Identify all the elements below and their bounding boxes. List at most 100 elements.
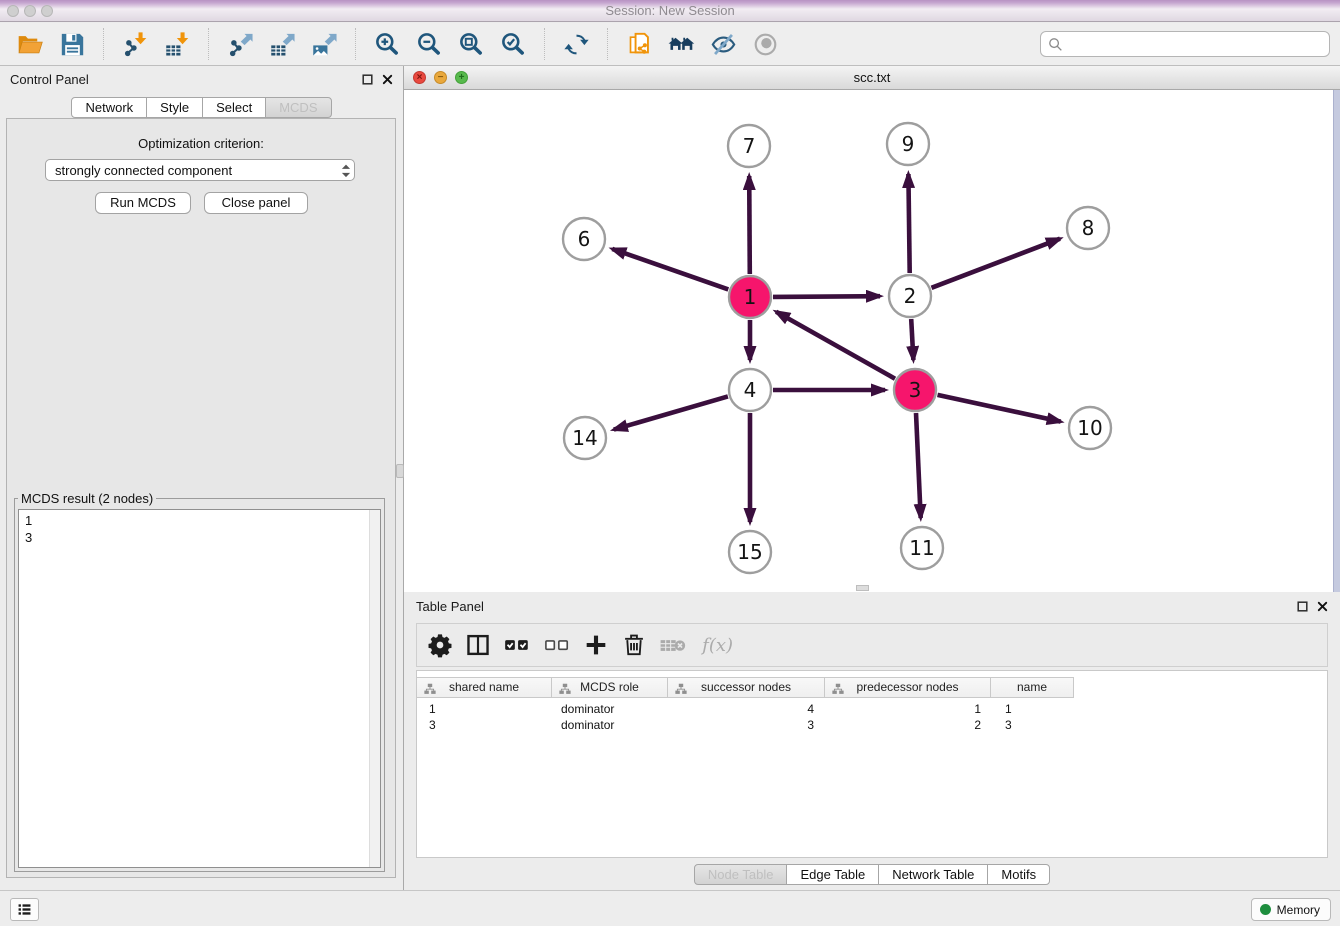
table-cell[interactable]: 4: [670, 701, 828, 717]
first-neighbors-icon[interactable]: [667, 30, 695, 58]
mcds-result-box[interactable]: 13: [18, 509, 381, 868]
zoom-selected-icon[interactable]: [499, 30, 527, 58]
table-cell[interactable]: 3: [417, 717, 553, 733]
graph-node-10[interactable]: 10: [1069, 407, 1111, 449]
tab-network[interactable]: Network: [71, 97, 147, 118]
graph-edge-2-3[interactable]: [911, 319, 913, 360]
graph-node-label: 6: [578, 227, 591, 251]
graph-node-6[interactable]: 6: [563, 218, 605, 260]
graph-node-3[interactable]: 3: [894, 369, 936, 411]
graph-node-11[interactable]: 11: [901, 527, 943, 569]
panel-splitter-grip[interactable]: [396, 464, 404, 478]
select-all-rows-icon[interactable]: [503, 632, 531, 658]
column-header-shared-name[interactable]: shared name: [416, 677, 552, 698]
table-row[interactable]: 3dominator323: [417, 717, 1327, 733]
graph-node-8[interactable]: 8: [1067, 207, 1109, 249]
export-table-icon[interactable]: [268, 30, 296, 58]
column-header-label: successor nodes: [701, 680, 791, 694]
close-table-panel-icon[interactable]: [1317, 601, 1328, 612]
memory-button[interactable]: Memory: [1251, 898, 1331, 921]
hide-selected-icon[interactable]: [709, 30, 737, 58]
column-header-label: predecessor nodes: [856, 680, 958, 694]
tab-select[interactable]: Select: [202, 97, 266, 118]
open-file-icon[interactable]: [16, 30, 44, 58]
refresh-layout-icon[interactable]: [562, 30, 590, 58]
control-panel-title: Control Panel: [10, 72, 89, 87]
graph-node-label: 4: [744, 378, 757, 402]
graph-edge-1-6[interactable]: [612, 249, 728, 290]
table-cell[interactable]: 1: [828, 701, 995, 717]
column-header-label: shared name: [449, 680, 519, 694]
float-table-panel-icon[interactable]: [1297, 601, 1308, 612]
graph-edge-3-11[interactable]: [916, 413, 921, 518]
import-table-icon[interactable]: [163, 30, 191, 58]
export-image-icon[interactable]: [310, 30, 338, 58]
maximize-view-icon[interactable]: [455, 71, 468, 84]
column-header-MCDS-role[interactable]: MCDS role: [551, 677, 668, 698]
column-header-label: name: [1017, 680, 1047, 694]
table-row[interactable]: 1dominator411: [417, 701, 1327, 717]
task-history-button[interactable]: [10, 898, 39, 921]
mcds-result-title: MCDS result (2 nodes): [18, 491, 156, 506]
close-panel-button[interactable]: Close panel: [204, 192, 308, 214]
graph-node-15[interactable]: 15: [729, 531, 771, 573]
tab-node-table[interactable]: Node Table: [694, 864, 788, 885]
zoom-fit-icon[interactable]: [457, 30, 485, 58]
graph-node-7[interactable]: 7: [728, 125, 770, 167]
optimization-criterion-select[interactable]: strongly connected component: [45, 159, 355, 181]
table-cell[interactable]: 1: [995, 701, 1079, 717]
table-cell[interactable]: dominator: [553, 717, 670, 733]
graph-node-2[interactable]: 2: [889, 275, 931, 317]
tab-motifs[interactable]: Motifs: [987, 864, 1050, 885]
select-stepper-icon: [341, 162, 351, 178]
table-cell[interactable]: 3: [670, 717, 828, 733]
column-header-label: MCDS role: [580, 680, 639, 694]
graph-edge-1-7[interactable]: [749, 176, 750, 274]
save-session-icon[interactable]: [58, 30, 86, 58]
toolbar-separator: [544, 28, 545, 60]
search-input[interactable]: [1068, 37, 1322, 52]
graph-edge-3-1[interactable]: [776, 312, 895, 379]
add-column-icon[interactable]: [583, 632, 609, 658]
tab-network-table[interactable]: Network Table: [878, 864, 988, 885]
tab-mcds[interactable]: MCDS: [265, 97, 331, 118]
tab-edge-table[interactable]: Edge Table: [786, 864, 879, 885]
column-header-name[interactable]: name: [990, 677, 1074, 698]
table-cell[interactable]: 1: [417, 701, 553, 717]
graph-edge-3-10[interactable]: [938, 395, 1061, 422]
tab-style[interactable]: Style: [146, 97, 203, 118]
graph-edge-1-2[interactable]: [773, 296, 880, 297]
run-mcds-button[interactable]: Run MCDS: [95, 192, 191, 214]
network-window-titlebar[interactable]: scc.txt: [404, 66, 1340, 90]
table-cell[interactable]: 3: [995, 717, 1079, 733]
toggle-panel-columns-icon[interactable]: [465, 632, 491, 658]
import-network-icon[interactable]: [121, 30, 149, 58]
close-panel-icon[interactable]: [382, 74, 393, 85]
zoom-out-icon[interactable]: [415, 30, 443, 58]
minimize-view-icon[interactable]: [434, 71, 447, 84]
graph-edge-2-9[interactable]: [908, 174, 909, 273]
column-header-successor-nodes[interactable]: successor nodes: [667, 677, 825, 698]
delete-selected-columns-icon[interactable]: [621, 632, 647, 658]
graph-edge-2-8[interactable]: [932, 239, 1061, 288]
canvas-vertical-scrollbar[interactable]: [1333, 90, 1340, 592]
network-canvas[interactable]: 7 9 6 8 1 2 4 3 14 10 15 11: [404, 90, 1340, 592]
close-view-icon[interactable]: [413, 71, 426, 84]
table-cell[interactable]: dominator: [553, 701, 670, 717]
canvas-splitter-grip[interactable]: [856, 585, 869, 591]
result-scrollbar[interactable]: [369, 510, 380, 867]
criterion-selected-value: strongly connected component: [55, 163, 232, 178]
table-cell[interactable]: 2: [828, 717, 995, 733]
clone-network-icon[interactable]: [625, 30, 653, 58]
table-mode-gear-icon[interactable]: [427, 632, 453, 658]
graph-node-4[interactable]: 4: [729, 369, 771, 411]
graph-node-1[interactable]: 1: [729, 276, 771, 318]
column-header-predecessor-nodes[interactable]: predecessor nodes: [824, 677, 991, 698]
zoom-in-icon[interactable]: [373, 30, 401, 58]
graph-node-14[interactable]: 14: [564, 417, 606, 459]
graph-edge-4-14[interactable]: [614, 396, 728, 429]
deselect-all-rows-icon[interactable]: [543, 632, 571, 658]
export-network-icon[interactable]: [226, 30, 254, 58]
graph-node-9[interactable]: 9: [887, 123, 929, 165]
float-panel-icon[interactable]: [362, 74, 373, 85]
